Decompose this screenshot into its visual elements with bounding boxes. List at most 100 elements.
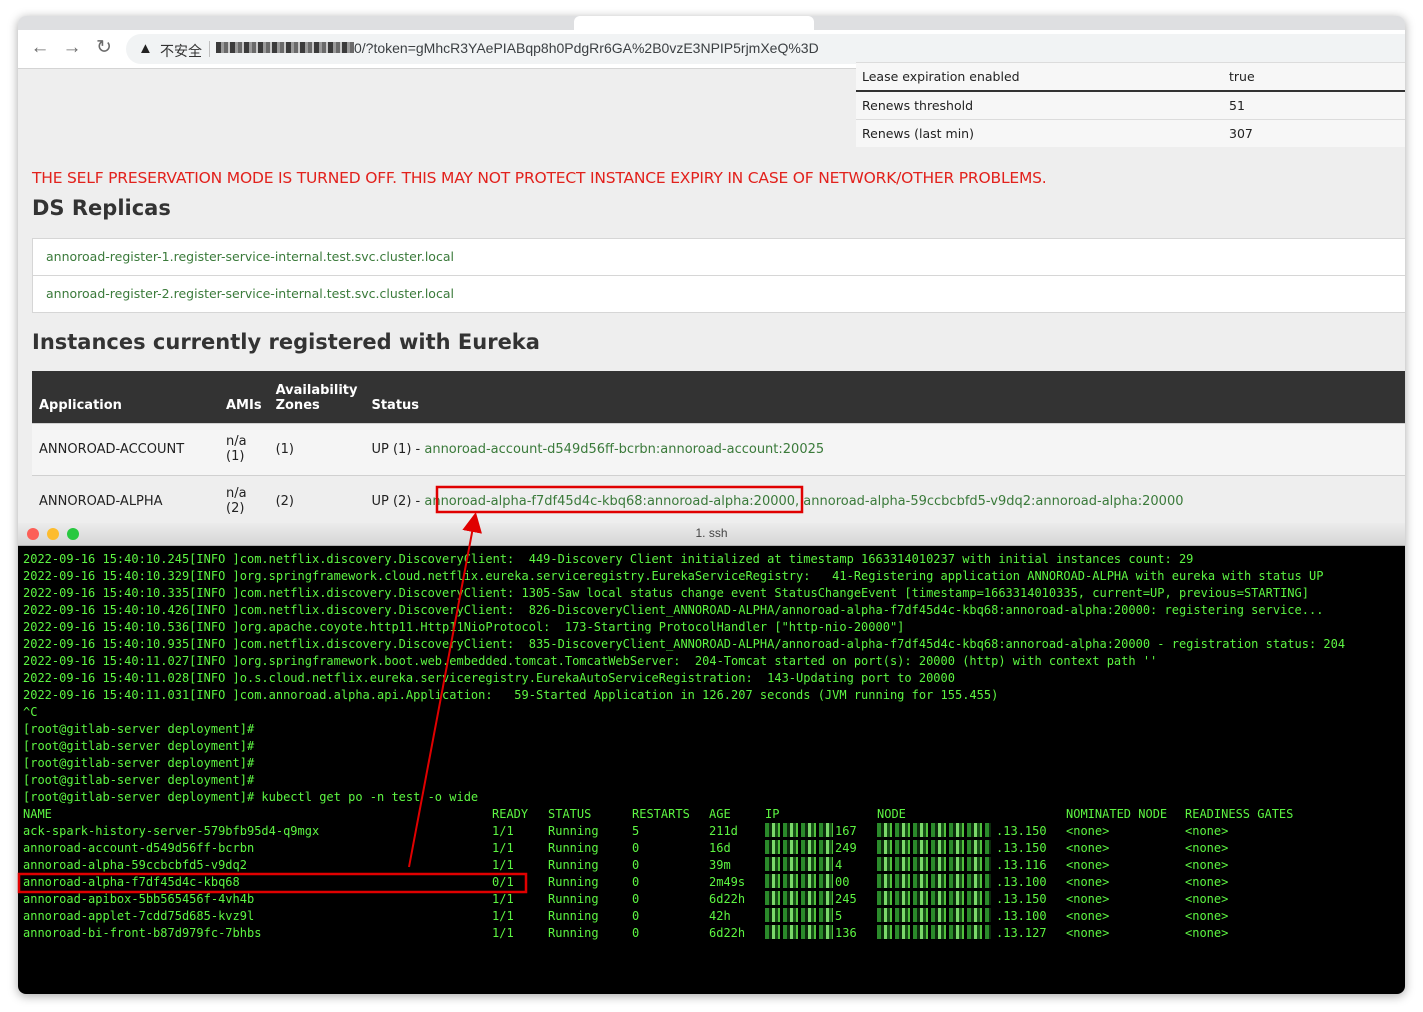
pod-row: annoroad-alpha-59ccbcbfd5-v9dq2 1/1 Runnin… xyxy=(23,857,1403,874)
pod-nominated-node: <none> xyxy=(1066,875,1110,889)
redacted-node xyxy=(877,925,991,939)
ds-replicas-list: annoroad-register-1.register-service-int… xyxy=(32,238,1405,313)
pod-col-ready: READY xyxy=(492,807,529,821)
pod-name: annoroad-apibox-5bb565456f-4vh4b xyxy=(23,892,255,906)
lease-label: Renews (last min) xyxy=(856,119,1223,147)
amis-count: (2) xyxy=(226,501,245,516)
screenshot-frame: ← → ↻ ▲ 不安全 0/?token=gMhcR3YAePIABqp8h0P… xyxy=(18,16,1405,994)
status-prefix: UP (1) - xyxy=(371,441,421,457)
pod-row: annoroad-bi-front-b87d979fc-7bhbs 1/1 Runn… xyxy=(23,925,1403,942)
reload-icon[interactable]: ↻ xyxy=(92,36,116,60)
cell-amis: n/a (2) xyxy=(219,474,269,523)
redacted-ip xyxy=(765,908,833,922)
pod-node-tail: .13.100 xyxy=(996,909,1047,923)
pod-status: Running xyxy=(548,909,599,923)
pod-name: annoroad-account-d549d56ff-bcrbn xyxy=(23,841,255,855)
tab-strip xyxy=(18,16,1405,30)
self-preservation-warning: THE SELF PRESERVATION MODE IS TURNED OFF… xyxy=(32,169,1047,187)
pod-name: annoroad-alpha-f7df45d4c-kbq68 xyxy=(23,875,240,889)
cell-zones: (2) xyxy=(268,474,365,523)
divider xyxy=(209,41,210,57)
redacted-node xyxy=(877,891,991,905)
redacted-ip xyxy=(765,857,833,871)
amis-count: (1) xyxy=(226,449,245,464)
cell-amis: n/a (1) xyxy=(219,422,269,475)
back-icon[interactable]: ← xyxy=(28,36,52,60)
terminal-line: 2022-09-16 15:40:10.329[INFO ]org.spring… xyxy=(23,569,1324,583)
pod-nominated-node: <none> xyxy=(1066,892,1110,906)
pod-nominated-node: <none> xyxy=(1066,858,1110,872)
pod-age: 39m xyxy=(709,858,731,872)
terminal-line: [root@gitlab-server deployment]# kubectl… xyxy=(23,790,479,804)
warning-triangle-icon: ▲ xyxy=(138,40,153,57)
redacted-node xyxy=(877,823,991,837)
terminal-line: [root@gitlab-server deployment]# xyxy=(23,756,255,770)
forward-icon[interactable]: → xyxy=(60,36,84,60)
instance-link-secondary[interactable]: , annoroad-alpha-59ccbcbfd5-v9dq2:annoro… xyxy=(795,494,1183,509)
instance-link[interactable]: annoroad-alpha-f7df45d4c-kbq68:annoroad-… xyxy=(424,494,795,509)
pod-status: Running xyxy=(548,875,599,889)
pod-col-readiness: READINESS GATES xyxy=(1185,807,1294,821)
lease-info-table: Lease expiration enabled true Renews thres… xyxy=(856,62,1405,147)
pod-col-ip: IP xyxy=(765,807,780,821)
pod-ip-tail: 136 xyxy=(835,926,857,940)
pod-status: Running xyxy=(548,926,599,940)
pod-node-tail: .13.150 xyxy=(996,841,1047,855)
redacted-ip xyxy=(765,925,833,939)
pod-age: 6d22h xyxy=(709,892,746,906)
pod-restarts: 0 xyxy=(632,892,640,906)
ds-replica-item[interactable]: annoroad-register-2.register-service-int… xyxy=(32,275,1405,313)
instance-link[interactable]: annoroad-account-d549d56ff-bcrbn:annoroa… xyxy=(424,442,824,457)
url-text[interactable]: 0/?token=gMhcR3YAePIABqp8h0PdgRr6GA%2B0v… xyxy=(354,40,819,56)
pod-ip-tail: 00 xyxy=(835,875,850,889)
pod-restarts: 0 xyxy=(632,841,640,855)
pod-col-restarts: RESTARTS xyxy=(632,807,690,821)
table-header-row: Application AMIs Availability Zones Statu… xyxy=(32,371,1405,423)
pod-ready: 1/1 xyxy=(492,858,514,872)
address-bar[interactable]: ▲ 不安全 0/?token=gMhcR3YAePIABqp8h0PdgRr6G… xyxy=(126,34,1405,64)
terminal-line: 2022-09-16 15:40:10.426[INFO ]com.netfli… xyxy=(23,603,1324,617)
ds-replica-item[interactable]: annoroad-register-1.register-service-int… xyxy=(32,238,1405,276)
col-application: Application xyxy=(32,371,219,423)
pod-col-status: STATUS xyxy=(548,807,592,821)
pod-restarts: 5 xyxy=(632,824,640,838)
pod-readiness-gates: <none> xyxy=(1185,892,1229,906)
pod-ip-tail: 167 xyxy=(835,824,857,838)
pod-readiness-gates: <none> xyxy=(1185,858,1229,872)
lease-label: Lease expiration enabled xyxy=(856,62,1223,91)
lease-value: true xyxy=(1223,62,1405,91)
pod-nominated-node: <none> xyxy=(1066,909,1110,923)
pod-age: 42h xyxy=(709,909,731,923)
redacted-node xyxy=(877,908,991,922)
pod-name: annoroad-applet-7cdd75d685-kvz9l xyxy=(23,909,255,923)
pod-name: ack-spark-history-server-579bfb95d4-q9mg… xyxy=(23,824,320,838)
pod-readiness-gates: <none> xyxy=(1185,926,1229,940)
cell-status: UP (2) - annoroad-alpha-f7df45d4c-kbq68:… xyxy=(364,474,1405,523)
redacted-node xyxy=(877,874,991,888)
application-name: ANNOROAD-ACCOUNT xyxy=(39,441,185,457)
pod-restarts: 0 xyxy=(632,909,640,923)
security-label[interactable]: 不安全 xyxy=(160,41,202,61)
amis-value: n/a xyxy=(226,434,247,449)
pod-ip-tail: 245 xyxy=(835,892,857,906)
zones-value: (1) xyxy=(275,441,294,457)
pod-restarts: 0 xyxy=(632,858,640,872)
pod-status: Running xyxy=(548,841,599,855)
tab-active[interactable] xyxy=(574,16,814,30)
pod-row: annoroad-apibox-5bb565456f-4vh4b 1/1 Runni… xyxy=(23,891,1403,908)
terminal-line: 2022-09-16 15:40:10.245[INFO ]com.netfli… xyxy=(23,552,1194,566)
pod-ip-tail: 4 xyxy=(835,858,843,872)
terminal-window: 1. ssh 2022-09-16 15:40:10.245[INFO ]com… xyxy=(18,523,1405,994)
col-amis: AMIs xyxy=(219,371,269,423)
terminal-line: 2022-09-16 15:40:10.335[INFO ]com.netfli… xyxy=(23,586,1309,600)
terminal-line: 2022-09-16 15:40:10.935[INFO ]com.netfli… xyxy=(23,637,1346,651)
pod-row: annoroad-applet-7cdd75d685-kvz9l 1/1 Runni… xyxy=(23,908,1403,925)
redacted-ip xyxy=(765,823,833,837)
pod-nominated-node: <none> xyxy=(1066,824,1110,838)
pod-ip-tail: 5 xyxy=(835,909,843,923)
terminal-log[interactable]: 2022-09-16 15:40:10.245[INFO ]com.netfli… xyxy=(23,551,1403,806)
pod-row: annoroad-alpha-f7df45d4c-kbq68 0/1 Running… xyxy=(23,874,1403,891)
terminal-line: ^C xyxy=(23,705,38,719)
col-status: Status xyxy=(364,371,1405,423)
pod-col-age: AGE xyxy=(709,807,731,821)
